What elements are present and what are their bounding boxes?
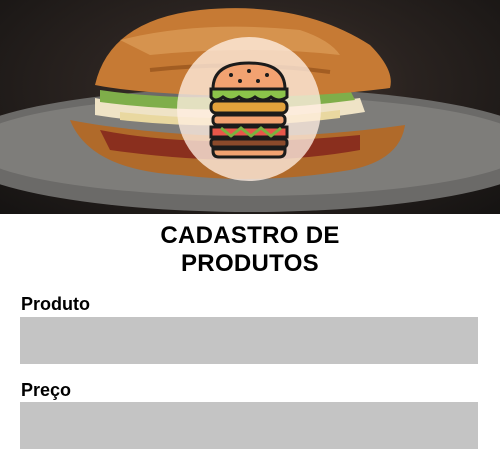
preco-input[interactable]	[20, 402, 478, 449]
hero-banner	[0, 0, 500, 214]
hamburger-icon	[209, 61, 289, 159]
preco-label: Preço	[21, 380, 72, 400]
page-title-line1: CADASTRO DE	[160, 222, 340, 249]
page-title-line2: PRODUTOS	[181, 250, 319, 277]
produto-input[interactable]	[20, 317, 478, 364]
logo-badge	[177, 37, 321, 181]
page-title: CADASTRO DE PRODUTOS	[0, 222, 500, 278]
produto-label: Produto	[21, 294, 90, 314]
